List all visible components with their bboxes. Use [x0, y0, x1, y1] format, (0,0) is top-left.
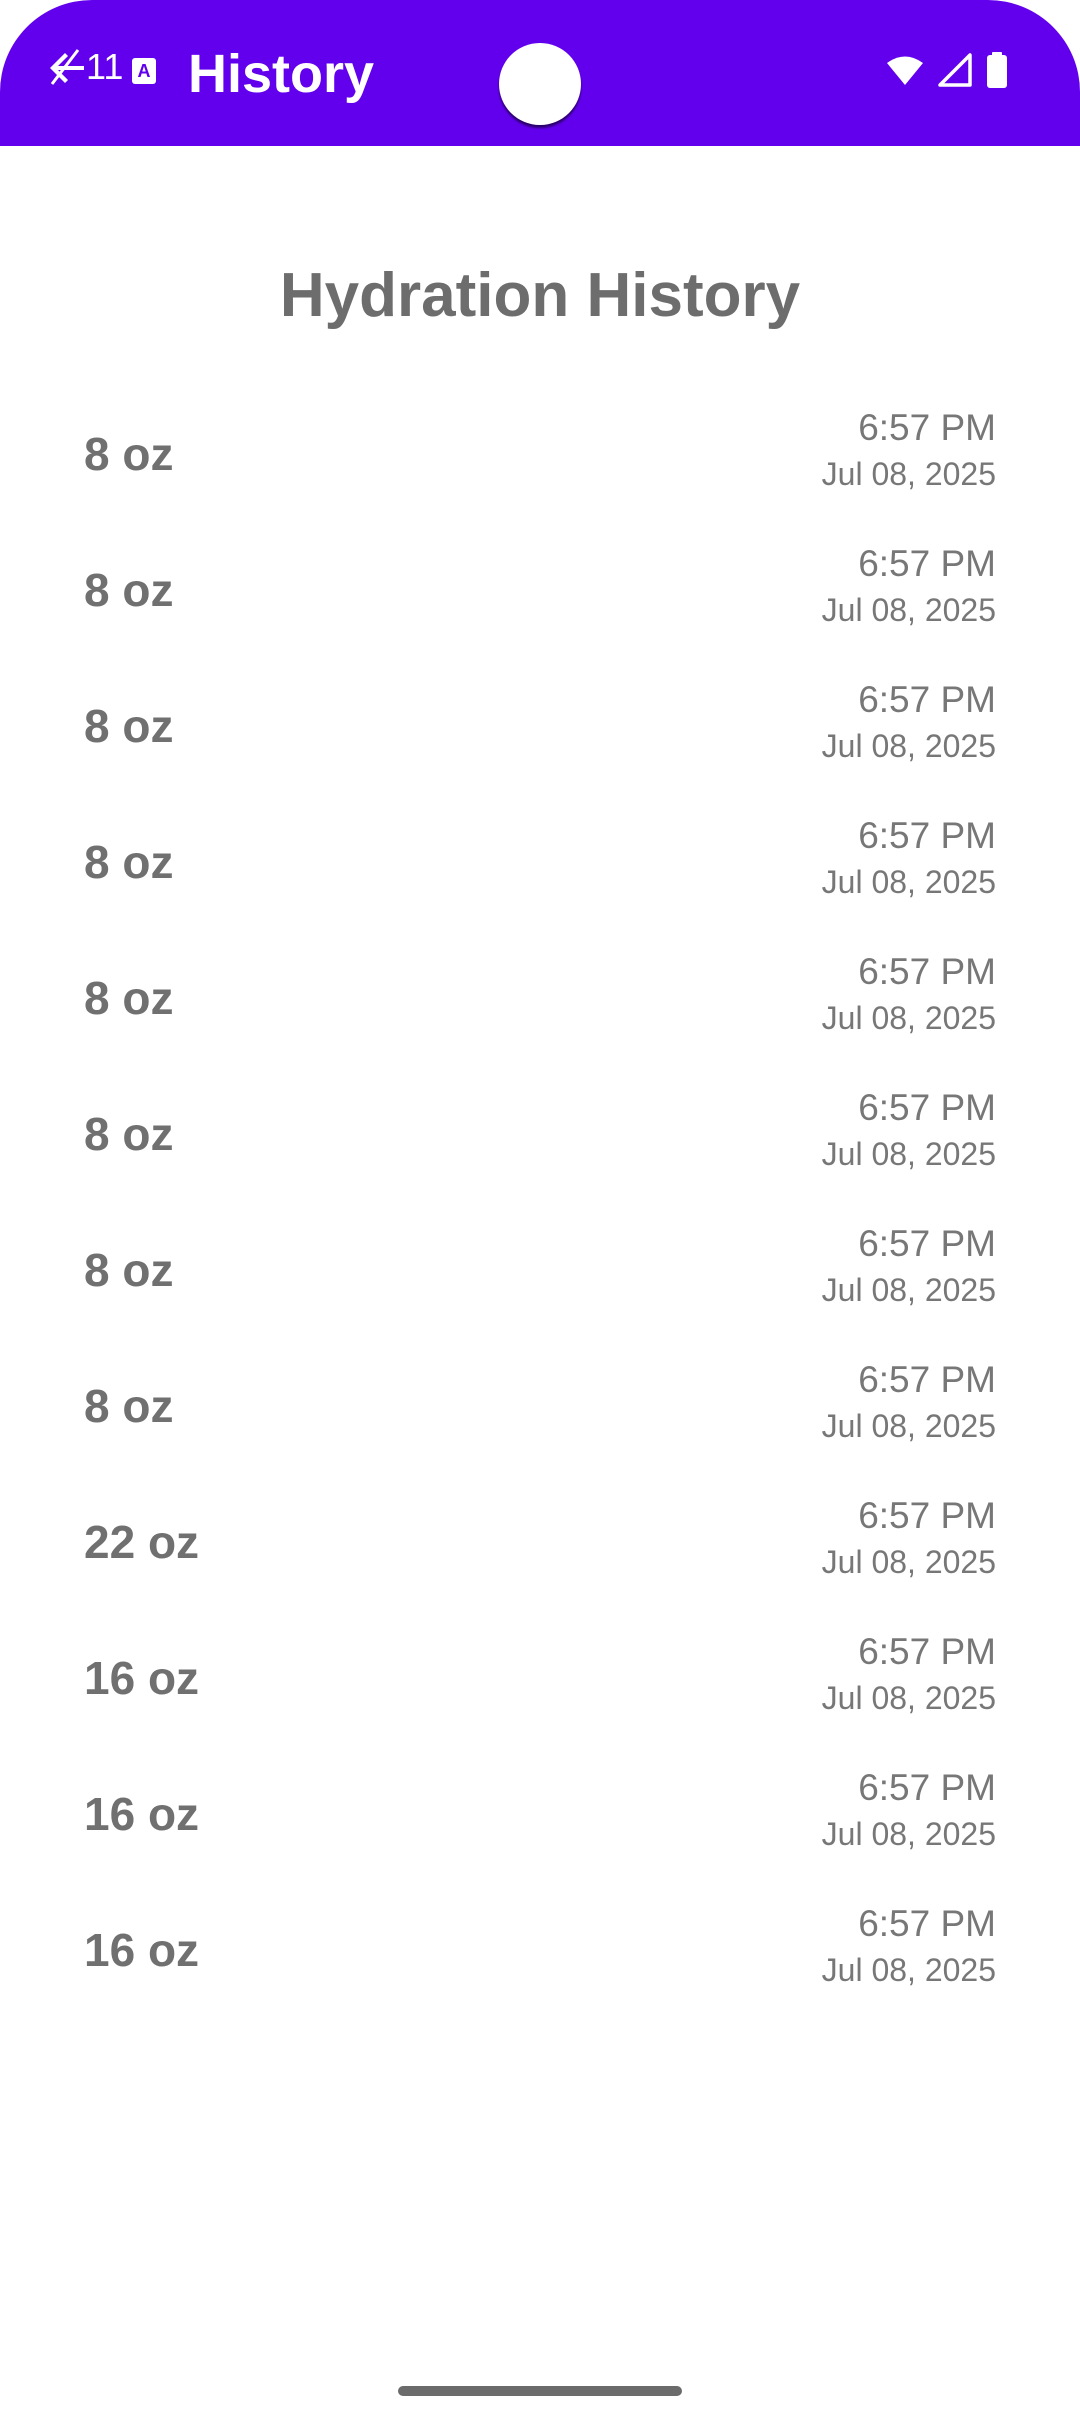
- history-time: 6:57 PM: [858, 679, 996, 720]
- history-date: Jul 08, 2025: [821, 456, 996, 492]
- history-row[interactable]: 8 oz 6:57 PM Jul 08, 2025: [84, 934, 996, 1070]
- history-time: 6:57 PM: [858, 1359, 996, 1400]
- history-timestamp: 6:57 PM Jul 08, 2025: [822, 540, 996, 632]
- history-date: Jul 08, 2025: [821, 864, 996, 900]
- history-amount: 8 oz: [84, 1244, 174, 1296]
- history-row[interactable]: 8 oz 6:57 PM Jul 08, 2025: [84, 526, 996, 662]
- history-timestamp: 6:57 PM Jul 08, 2025: [822, 812, 996, 904]
- history-timestamp: 6:57 PM Jul 08, 2025: [822, 404, 996, 496]
- history-row[interactable]: 8 oz 6:57 PM Jul 08, 2025: [84, 798, 996, 934]
- history-row[interactable]: 8 oz 6:57 PM Jul 08, 2025: [84, 1206, 996, 1342]
- history-timestamp: 6:57 PM Jul 08, 2025: [822, 1084, 996, 1176]
- history-date: Jul 08, 2025: [821, 1272, 996, 1308]
- home-indicator[interactable]: [398, 2386, 682, 2396]
- page-heading: Hydration History: [279, 261, 801, 330]
- battery-icon: [987, 52, 1007, 88]
- history-amount: 16 oz: [84, 1788, 200, 1840]
- history-amount: 8 oz: [84, 972, 174, 1024]
- history-date: Jul 08, 2025: [821, 728, 996, 764]
- history-row[interactable]: 8 oz 6:57 PM Jul 08, 2025: [84, 1342, 996, 1478]
- history-time: 6:57 PM: [858, 815, 996, 856]
- history-row[interactable]: 16 oz 6:57 PM Jul 08, 2025: [84, 1614, 996, 1750]
- history-date: Jul 08, 2025: [821, 1408, 996, 1444]
- history-row[interactable]: 22 oz 6:57 PM Jul 08, 2025: [84, 1478, 996, 1614]
- history-amount: 8 oz: [84, 564, 174, 616]
- signal-icon: [938, 53, 972, 87]
- status-bar-right: [886, 52, 1008, 88]
- app-bar: 11 A History: [0, 0, 1080, 146]
- history-row[interactable]: 8 oz 6:57 PM Jul 08, 2025: [84, 662, 996, 798]
- status-bar-left: 11: [44, 46, 123, 88]
- history-amount: 8 oz: [84, 1380, 174, 1432]
- history-time: 6:57 PM: [858, 1631, 996, 1672]
- history-time: 6:57 PM: [858, 1223, 996, 1264]
- history-timestamp: 6:57 PM Jul 08, 2025: [822, 1628, 996, 1720]
- history-date: Jul 08, 2025: [821, 1136, 996, 1172]
- history-date: Jul 08, 2025: [821, 1544, 996, 1580]
- camera-cutout: [499, 43, 581, 125]
- history-time: 6:57 PM: [858, 1767, 996, 1808]
- history-date: Jul 08, 2025: [821, 1680, 996, 1716]
- history-amount: 8 oz: [84, 836, 174, 888]
- history-timestamp: 6:57 PM Jul 08, 2025: [822, 1900, 996, 1992]
- history-date: Jul 08, 2025: [821, 1952, 996, 1988]
- history-date: Jul 08, 2025: [821, 1000, 996, 1036]
- screen: 11 A History Hydration History 8 oz 6:57 …: [0, 0, 1080, 2424]
- history-time: 6:57 PM: [858, 951, 996, 992]
- history-amount: 8 oz: [84, 428, 174, 480]
- history-row[interactable]: 8 oz 6:57 PM Jul 08, 2025: [84, 1070, 996, 1206]
- history-amount: 8 oz: [84, 700, 174, 752]
- status-time: 11: [86, 46, 124, 87]
- history-time: 6:57 PM: [858, 1903, 996, 1944]
- history-row[interactable]: 16 oz 6:57 PM Jul 08, 2025: [84, 1886, 996, 2022]
- history-amount: 16 oz: [84, 1652, 200, 1704]
- history-timestamp: 6:57 PM Jul 08, 2025: [822, 1764, 996, 1856]
- history-time: 6:57 PM: [858, 1495, 996, 1536]
- history-list: 8 oz 6:57 PM Jul 08, 2025 8 oz 6:57 PM Jul 08…: [84, 390, 996, 2022]
- history-date: Jul 08, 2025: [821, 1816, 996, 1852]
- wifi-icon: [887, 56, 923, 85]
- history-timestamp: 6:57 PM Jul 08, 2025: [822, 948, 996, 1040]
- history-amount: 16 oz: [84, 1924, 200, 1976]
- history-amount: 22 oz: [84, 1516, 200, 1568]
- history-time: 6:57 PM: [858, 543, 996, 584]
- history-timestamp: 6:57 PM Jul 08, 2025: [822, 1356, 996, 1448]
- history-timestamp: 6:57 PM Jul 08, 2025: [822, 1220, 996, 1312]
- app-bar-title: History: [188, 44, 375, 104]
- history-amount: 8 oz: [84, 1108, 174, 1160]
- history-time: 6:57 PM: [858, 407, 996, 448]
- history-date: Jul 08, 2025: [821, 592, 996, 628]
- history-timestamp: 6:57 PM Jul 08, 2025: [822, 676, 996, 768]
- history-row[interactable]: 8 oz 6:57 PM Jul 08, 2025: [84, 390, 996, 526]
- app-notification-icon: A: [132, 58, 156, 84]
- history-time: 6:57 PM: [858, 1087, 996, 1128]
- history-timestamp: 6:57 PM Jul 08, 2025: [822, 1492, 996, 1584]
- history-row[interactable]: 16 oz 6:57 PM Jul 08, 2025: [84, 1750, 996, 1886]
